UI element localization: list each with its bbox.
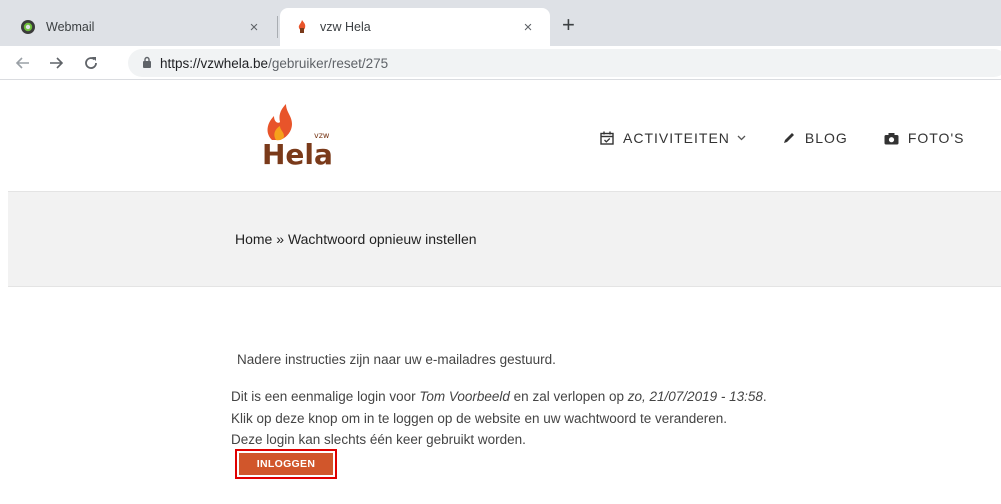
forward-arrow-icon[interactable]: [45, 52, 67, 74]
nav-item-activiteiten[interactable]: ACTIVITEITEN: [600, 130, 746, 146]
user-name: Tom Voorbeeld: [419, 389, 510, 404]
close-icon[interactable]: ×: [516, 19, 540, 36]
tab-webmail[interactable]: Webmail ×: [8, 8, 276, 46]
nav-label: FOTO'S: [907, 130, 965, 146]
main-content: Nadere instructies zijn naar uw e-mailad…: [231, 352, 971, 479]
browser-toolbar: https://vzwhela.be/gebruiker/reset/275: [0, 46, 1001, 80]
login-button-highlight: INLOGGEN: [235, 449, 337, 479]
breadcrumb-home-link[interactable]: Home: [235, 231, 272, 247]
url-host: https://vzwhela.be: [160, 55, 269, 71]
breadcrumb-current: Wachtwoord opnieuw instellen: [287, 231, 477, 247]
url-path: /gebruiker/reset/275: [268, 55, 389, 71]
status-message: Nadere instructies zijn naar uw e-mailad…: [237, 352, 556, 367]
login-info-suffix: .: [762, 389, 767, 404]
back-arrow-icon[interactable]: [12, 52, 34, 74]
address-bar[interactable]: https://vzwhela.be/gebruiker/reset/275: [128, 49, 1001, 77]
instruction-line: Klik op deze knop om in te loggen op de …: [231, 410, 728, 426]
login-info-middle: en zal verlopen op: [509, 389, 628, 404]
pencil-icon: [782, 131, 796, 145]
nav-label: BLOG: [804, 130, 848, 146]
calendar-icon: [600, 131, 614, 145]
breadcrumb: Home » Wachtwoord opnieuw instellen: [235, 231, 477, 247]
logo-text: Hela: [262, 138, 333, 171]
single-use-note: Deze login kan slechts één keer gebruikt…: [231, 432, 526, 447]
tab-separator: [277, 16, 278, 38]
nav-item-blog[interactable]: BLOG: [782, 130, 848, 146]
logo-sub: vzw: [314, 131, 330, 140]
browser-tab-bar: Webmail × vzw Hela × +: [0, 0, 1001, 46]
hela-logo[interactable]: Hela vzw: [258, 102, 338, 174]
lock-icon: [142, 56, 152, 71]
tab-title: Webmail: [46, 20, 95, 34]
login-button[interactable]: INLOGGEN: [239, 453, 333, 475]
nav-label: ACTIVITEITEN: [623, 130, 730, 146]
nav-item-fotos[interactable]: FOTO'S: [884, 130, 965, 146]
tab-title: vzw Hela: [320, 20, 371, 34]
chevron-down-icon: [737, 133, 746, 144]
breadcrumb-separator: »: [272, 231, 288, 247]
new-tab-button[interactable]: +: [562, 14, 575, 36]
camera-icon: [884, 132, 899, 145]
tab-vzw-hela[interactable]: vzw Hela ×: [280, 8, 550, 46]
webmail-favicon-icon: [20, 19, 36, 35]
breadcrumb-band: Home » Wachtwoord opnieuw instellen: [8, 191, 1001, 287]
expiry-date: zo, 21/07/2019 - 13:58: [627, 389, 763, 404]
login-info-prefix: Dit is een eenmalige login voor: [231, 389, 420, 404]
main-nav: ACTIVITEITEN BLOG FOTO'S: [600, 130, 1000, 146]
login-info-line: Dit is een eenmalige login voor Tom Voor…: [231, 386, 971, 408]
hela-favicon-icon: [294, 19, 310, 35]
close-icon[interactable]: ×: [242, 19, 266, 36]
site-header: Hela vzw ACTIVITEITEN BLOG FOTO'S: [0, 80, 1001, 191]
reload-icon[interactable]: [80, 52, 102, 74]
